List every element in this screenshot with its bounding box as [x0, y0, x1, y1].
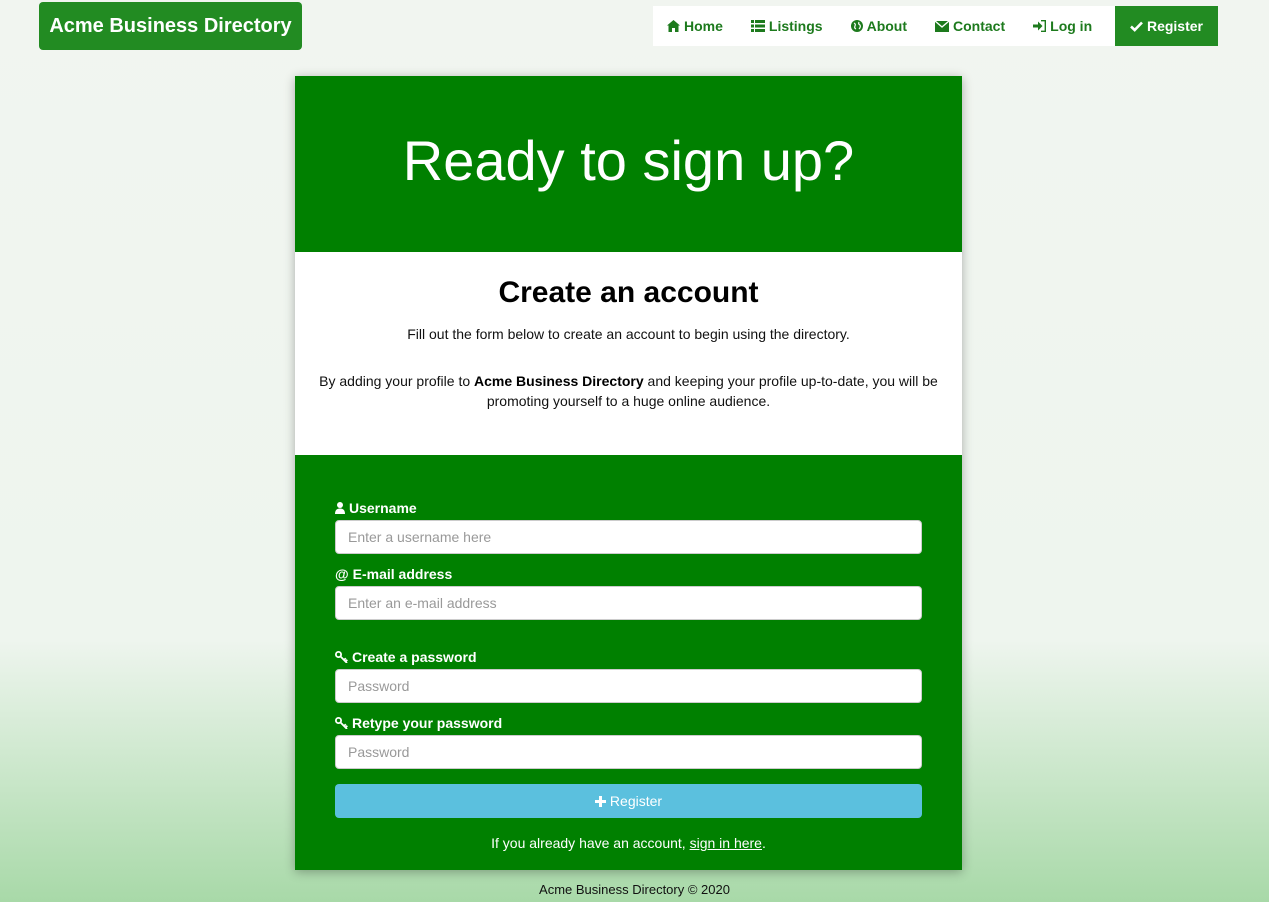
check-icon — [1130, 21, 1143, 32]
email-input[interactable] — [335, 586, 922, 620]
nav-about-label: About — [866, 18, 908, 34]
retype-password-input[interactable] — [335, 735, 922, 769]
nav-login-label: Log in — [1050, 18, 1093, 34]
register-button[interactable]: Register — [335, 784, 922, 818]
signup-card: Ready to sign up? Create an account Fill… — [295, 76, 962, 870]
email-label-text: E-mail address — [352, 566, 453, 582]
password-label: Create a password — [335, 645, 922, 669]
signin-link[interactable]: sign in here — [690, 835, 762, 851]
retype-password-label-text: Retype your password — [352, 715, 503, 731]
nav-contact[interactable]: Contact — [921, 6, 1019, 46]
list-icon — [750, 20, 765, 32]
main-nav: Home Listings About Contact Log in Regis… — [653, 6, 1218, 46]
hero-banner: Ready to sign up? — [295, 76, 962, 252]
nav-contact-label: Contact — [953, 18, 1006, 34]
nav-about[interactable]: About — [837, 6, 921, 46]
nav-login[interactable]: Log in — [1019, 6, 1106, 46]
key-icon — [335, 651, 348, 663]
globe-icon — [850, 20, 863, 32]
hero-title: Ready to sign up? — [402, 128, 855, 192]
username-label: Username — [335, 496, 922, 520]
envelope-icon — [935, 20, 950, 32]
brand-logo[interactable]: Acme Business Directory — [39, 2, 302, 50]
intro-desc-brand: Acme Business Directory — [474, 373, 644, 389]
key-icon — [335, 717, 348, 729]
password-label-text: Create a password — [352, 649, 477, 665]
username-input[interactable] — [335, 520, 922, 554]
home-icon — [667, 20, 680, 32]
at-sign: @ — [335, 566, 349, 582]
nav-listings[interactable]: Listings — [737, 6, 837, 46]
email-label: @ E-mail address — [335, 562, 922, 586]
page-title: Create an account — [498, 276, 759, 309]
password-input[interactable] — [335, 669, 922, 703]
nav-home[interactable]: Home — [653, 6, 737, 46]
signin-prompt-after: . — [761, 835, 766, 851]
intro-section: Create an account Fill out the form belo… — [295, 252, 962, 455]
intro-lead: Fill out the form below to create an acc… — [407, 326, 850, 342]
nav-listings-label: Listings — [768, 18, 823, 34]
footer-copyright: Acme Business Directory © 2020 — [539, 882, 730, 897]
nav-register-label: Register — [1146, 18, 1203, 34]
nav-home-label: Home — [684, 18, 723, 34]
register-form: Username @ E-mail address Create a passw… — [295, 455, 962, 870]
intro-description: By adding your profile to Acme Business … — [314, 371, 944, 411]
log-in-icon — [1033, 20, 1047, 32]
plus-icon — [594, 795, 606, 807]
register-button-label: Register — [609, 793, 663, 809]
user-icon — [335, 502, 345, 514]
signin-prompt: If you already have an account, sign in … — [335, 835, 922, 851]
retype-password-label: Retype your password — [335, 711, 922, 735]
nav-register[interactable]: Register — [1114, 6, 1218, 46]
signin-prompt-before: If you already have an account, — [491, 835, 690, 851]
username-label-text: Username — [349, 500, 417, 516]
intro-desc-before: By adding your profile to — [319, 373, 475, 389]
